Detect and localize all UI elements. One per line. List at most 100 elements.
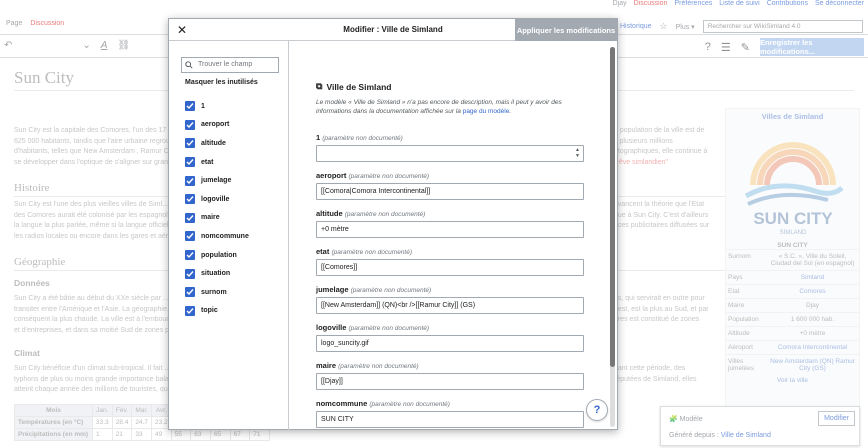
param-value-input[interactable]: SUN CITY <box>316 411 584 428</box>
parameter-checkbox-item[interactable]: etat <box>185 153 249 172</box>
spinner-icon[interactable]: ▲ ▼ <box>575 147 580 159</box>
param-name: 1 <box>316 133 321 142</box>
parameter-checkbox-item[interactable]: 1 <box>185 97 249 116</box>
checkbox[interactable] <box>185 138 195 149</box>
parameter-checkbox-item[interactable]: surnom <box>185 283 249 302</box>
check-icon <box>186 177 194 184</box>
checkbox[interactable] <box>185 305 195 316</box>
param-value-input[interactable]: logo_suncity.gif <box>316 335 584 352</box>
parameter-checkbox-item[interactable]: situation <box>185 264 249 283</box>
check-icon <box>186 196 194 203</box>
hide-unused-toggle[interactable]: Masquer les inutilisés <box>185 79 258 86</box>
template-page-link[interactable]: page du modèle <box>463 108 510 115</box>
template-param-field: aeroport (paramètre non documenté) [[Como… <box>316 171 584 200</box>
param-hint: (paramètre non documenté) <box>348 325 430 332</box>
parameter-checkbox-item[interactable]: nomcommune <box>185 227 249 246</box>
param-label: jumelage (paramètre non documenté) <box>316 285 584 294</box>
template-name: ⧉ Ville de Simland <box>316 81 391 92</box>
parameter-name: maire <box>201 214 220 222</box>
help-button[interactable]: ? <box>586 399 608 421</box>
checkbox[interactable] <box>185 287 195 298</box>
parameter-name: etat <box>201 158 214 166</box>
check-icon <box>186 307 194 314</box>
param-value: [[Comora|Comora Intercontinental]] <box>321 188 431 195</box>
parameter-checkbox-item[interactable]: topic <box>185 302 249 321</box>
param-label: etat (paramètre non documenté) <box>316 247 584 256</box>
param-value-input[interactable]: [[Comores]] <box>316 259 584 276</box>
param-hint: (paramètre non documenté) <box>338 363 419 370</box>
parameter-checkbox-item[interactable]: jumelage <box>185 171 249 190</box>
parameter-list: 1 aeroport altitude etat jumelage logoville ma… <box>185 97 249 320</box>
template-description: Le modèle « Ville de Simland » n'a pas e… <box>316 99 562 115</box>
param-hint: (paramètre non documenté) <box>348 173 430 180</box>
template-param-field: logoville (paramètre non documenté) logo_… <box>316 323 584 352</box>
puzzle-icon: ⧉ <box>316 81 323 91</box>
param-value: [[New Amsterdam]] (QN)<br />[[Ramur City… <box>321 302 476 309</box>
template-name-label: Ville de Simland <box>326 81 392 92</box>
param-hint: (paramètre non documenté) <box>322 135 403 142</box>
param-label: 1 (paramètre non documenté) <box>316 133 584 142</box>
param-label: aeroport (paramètre non documenté) <box>316 171 584 180</box>
parameter-checkbox-item[interactable]: maire <box>185 209 249 228</box>
parameter-name: altitude <box>201 139 226 147</box>
check-icon <box>186 270 194 277</box>
param-hint: (paramètre non documenté) <box>350 287 432 294</box>
checkbox[interactable] <box>185 157 195 168</box>
check-icon <box>186 233 194 240</box>
checkbox[interactable] <box>185 212 195 223</box>
param-value-input[interactable]: [[Comora|Comora Intercontinental]] <box>316 183 584 200</box>
parameter-name: population <box>201 251 237 259</box>
description-text: Le modèle « Ville de Simland » n'a pas e… <box>316 99 562 106</box>
checkbox[interactable] <box>185 268 195 279</box>
param-name: jumelage <box>316 285 349 294</box>
template-param-field: nomcommune (paramètre non documenté) SUN … <box>316 399 584 428</box>
template-param-field: altitude (paramètre non documenté) +0 mèt… <box>316 209 584 238</box>
description-text: informations dans la documentation affic… <box>316 108 461 115</box>
parameter-name: situation <box>201 270 231 278</box>
dialog-header: ✕ Modifier : Ville de Simland Appliquer … <box>169 19 617 41</box>
param-label: nomcommune (paramètre non documenté) <box>316 399 584 408</box>
search-icon <box>185 61 193 69</box>
param-value: [[Comores]] <box>321 264 358 271</box>
checkbox[interactable] <box>185 119 195 130</box>
template-param-field: maire (paramètre non documenté) [[Djay]] <box>316 361 584 390</box>
checkbox[interactable] <box>185 194 195 205</box>
param-value-input[interactable]: ▲ ▼ <box>316 145 584 162</box>
param-label: logoville (paramètre non documenté) <box>316 323 584 332</box>
param-name: aeroport <box>316 171 347 180</box>
check-icon <box>186 121 194 128</box>
find-field-input[interactable]: Trouver le champ <box>181 57 279 73</box>
parameter-name: surnom <box>201 288 227 296</box>
template-param-field: etat (paramètre non documenté) [[Comores]… <box>316 247 584 276</box>
parameter-checkbox-item[interactable]: population <box>185 246 249 265</box>
apply-changes-button[interactable]: Appliquer les modifications <box>515 19 617 41</box>
param-label: maire (paramètre non documenté) <box>316 361 584 370</box>
param-hint: (paramètre non documenté) <box>344 211 426 218</box>
param-name: nomcommune <box>316 399 368 408</box>
param-hint: (paramètre non documenté) <box>369 401 450 408</box>
parameter-checkbox-item[interactable]: altitude <box>185 134 249 153</box>
parameter-checkbox-item[interactable]: logoville <box>185 190 249 209</box>
param-name: altitude <box>316 209 343 218</box>
checkbox[interactable] <box>185 175 195 186</box>
check-icon <box>186 289 194 296</box>
param-value: +0 mètre <box>321 226 349 233</box>
check-icon <box>186 214 194 221</box>
param-name: maire <box>316 361 337 370</box>
template-param-field: 1 (paramètre non documenté) ▲ ▼ <box>316 133 584 162</box>
check-icon <box>186 103 194 110</box>
param-value-input[interactable]: [[Djay]] <box>316 373 584 390</box>
checkbox[interactable] <box>185 250 195 261</box>
param-name: logoville <box>316 323 347 332</box>
checkbox[interactable] <box>185 231 195 242</box>
param-value-input[interactable]: +0 mètre <box>316 221 584 238</box>
scrollbar-thumb[interactable] <box>610 47 615 367</box>
parameter-checkbox-item[interactable]: aeroport <box>185 116 249 135</box>
parameter-name: nomcommune <box>201 232 249 240</box>
param-value-input[interactable]: [[New Amsterdam]] (QN)<br />[[Ramur City… <box>316 297 584 314</box>
checkbox[interactable] <box>185 101 195 112</box>
param-name: etat <box>316 247 330 256</box>
param-label: altitude (paramètre non documenté) <box>316 209 584 218</box>
param-value: SUN CITY <box>321 416 354 423</box>
parameter-name: jumelage <box>201 177 232 185</box>
